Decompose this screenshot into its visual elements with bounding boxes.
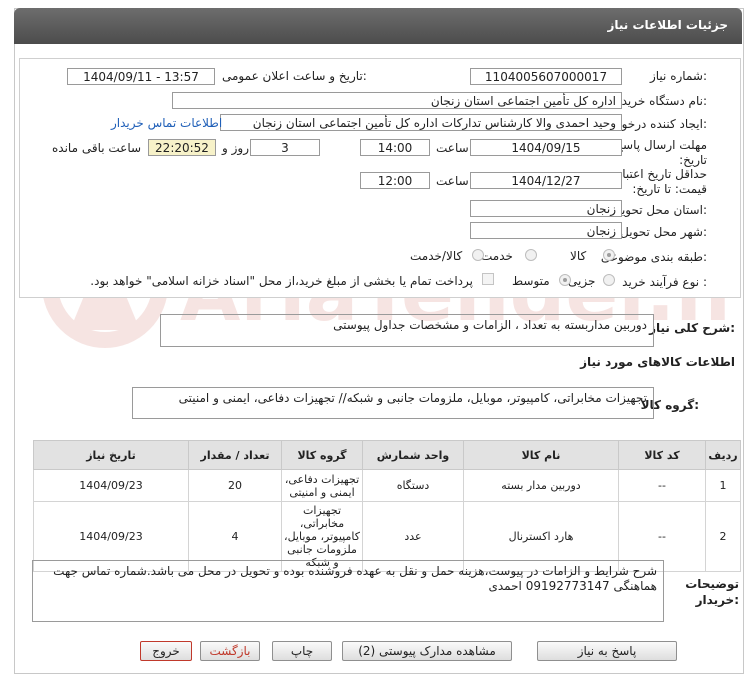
days-count-field: 3 <box>250 139 320 156</box>
treasury-payment-checkbox[interactable] <box>482 273 494 285</box>
category-label: طبقه بندی موضوعی: <box>600 250 707 264</box>
goods-code-cell: -- <box>618 469 706 502</box>
row-number-cell: 1 <box>705 469 741 502</box>
col-group: گروه کالا <box>281 440 363 470</box>
province-label: استان محل تحویل: <box>612 203 707 217</box>
days-and-label: روز و <box>222 141 249 155</box>
col-code: کد کالا <box>618 440 706 470</box>
validity-time-label: ساعت <box>436 174 469 188</box>
purchase-medium-label: متوسط <box>512 274 550 288</box>
announce-date-field: 1404/09/11 - 13:57 <box>67 68 215 85</box>
goods-group-field: تجهیزات مخابراتی، کامپیوتر، موبایل، ملزو… <box>132 387 654 419</box>
exit-button[interactable]: خروج <box>140 641 192 661</box>
purchase-partial-label: جزیی <box>568 274 596 288</box>
category-service-radio[interactable] <box>525 249 537 261</box>
col-unit: واحد شمارش <box>362 440 464 470</box>
validity-date-field: 1404/12/27 <box>470 172 622 189</box>
treasury-payment-note: پرداخت تمام یا بخشی از مبلغ خرید،از محل … <box>90 274 473 288</box>
goods-group-cell: تجهیزات دفاعی، ایمنی و امنیتی <box>281 469 363 502</box>
col-name: نام کالا <box>463 440 619 470</box>
buyer-org-label: نام دستگاه خریدار: <box>612 94 708 108</box>
deadline-time-field: 14:00 <box>360 139 430 156</box>
need-number-field: 1104005607000017 <box>470 68 622 85</box>
deadline-date-field: 1404/09/15 <box>470 139 622 156</box>
need-summary-field: دوربین مداربسته به تعداد ، الزامات و مشخ… <box>160 314 654 347</box>
buyer-notes-field: شرح شرایط و الزامات در پیوست،هزینه حمل و… <box>32 560 664 622</box>
goods-table-header: ردیف کد کالا نام کالا واحد شمارش گروه کا… <box>33 440 741 470</box>
purchase-partial-radio[interactable] <box>603 274 615 286</box>
title-bar: جزئیات اطلاعات نیاز <box>14 8 742 44</box>
unit-cell: دستگاه <box>362 469 464 502</box>
category-goods-label: کالا <box>570 249 587 263</box>
deadline-time-label: ساعت <box>436 141 469 155</box>
col-row: ردیف <box>705 440 741 470</box>
category-goods-radio[interactable] <box>603 249 615 261</box>
city-label: شهر محل تحویل: <box>620 225 707 239</box>
buyer-contact-link[interactable]: اطلاعات تماس خریدار <box>111 116 222 130</box>
category-service-label: خدمت <box>481 249 513 263</box>
col-quantity: تعداد / مقدار <box>188 440 282 470</box>
buyer-org-field: اداره کل تأمین اجتماعی استان زنجان <box>172 92 622 109</box>
reply-button[interactable]: پاسخ به نیاز <box>537 641 677 661</box>
print-button[interactable]: چاپ <box>272 641 332 661</box>
col-need-date: تاریخ نیاز <box>33 440 189 470</box>
goods-table: ردیف کد کالا نام کالا واحد شمارش گروه کا… <box>33 440 741 572</box>
view-attachments-button[interactable]: مشاهده مدارک پیوستی (2) <box>342 641 512 661</box>
page-title: جزئیات اطلاعات نیاز <box>607 18 728 32</box>
row-number-cell: 2 <box>705 501 741 572</box>
category-both-label: کالا/خدمت <box>410 249 463 263</box>
goods-section-title: اطلاعات کالاهای مورد نیاز <box>580 355 735 369</box>
back-button[interactable]: بازگشت <box>200 641 260 661</box>
table-row: 1 -- دوربین مدار بسته دستگاه تجهیزات دفا… <box>33 469 741 502</box>
quantity-cell: 20 <box>188 469 282 502</box>
requester-field: وحید احمدی والا کارشناس تدارکات اداره کل… <box>220 114 622 131</box>
goods-name-cell: دوربین مدار بسته <box>463 469 619 502</box>
announce-date-label: تاریخ و ساعت اعلان عمومی: <box>222 69 367 83</box>
purchase-type-label: نوع فرآیند خرید : <box>622 275 707 289</box>
remaining-time-label: ساعت باقی مانده <box>52 141 142 155</box>
city-field: زنجان <box>470 222 622 239</box>
province-field: زنجان <box>470 200 622 217</box>
purchase-medium-radio[interactable] <box>559 274 571 286</box>
category-both-radio[interactable] <box>472 249 484 261</box>
need-number-label: شماره نیاز: <box>649 69 707 83</box>
need-date-cell: 1404/09/23 <box>33 469 189 502</box>
validity-time-field: 12:00 <box>360 172 430 189</box>
remaining-time-field: 22:20:52 <box>148 139 216 156</box>
need-summary-label: شرح کلی نیاز: <box>649 321 735 335</box>
buyer-notes-label: توضیحات خریدار: <box>685 577 739 607</box>
